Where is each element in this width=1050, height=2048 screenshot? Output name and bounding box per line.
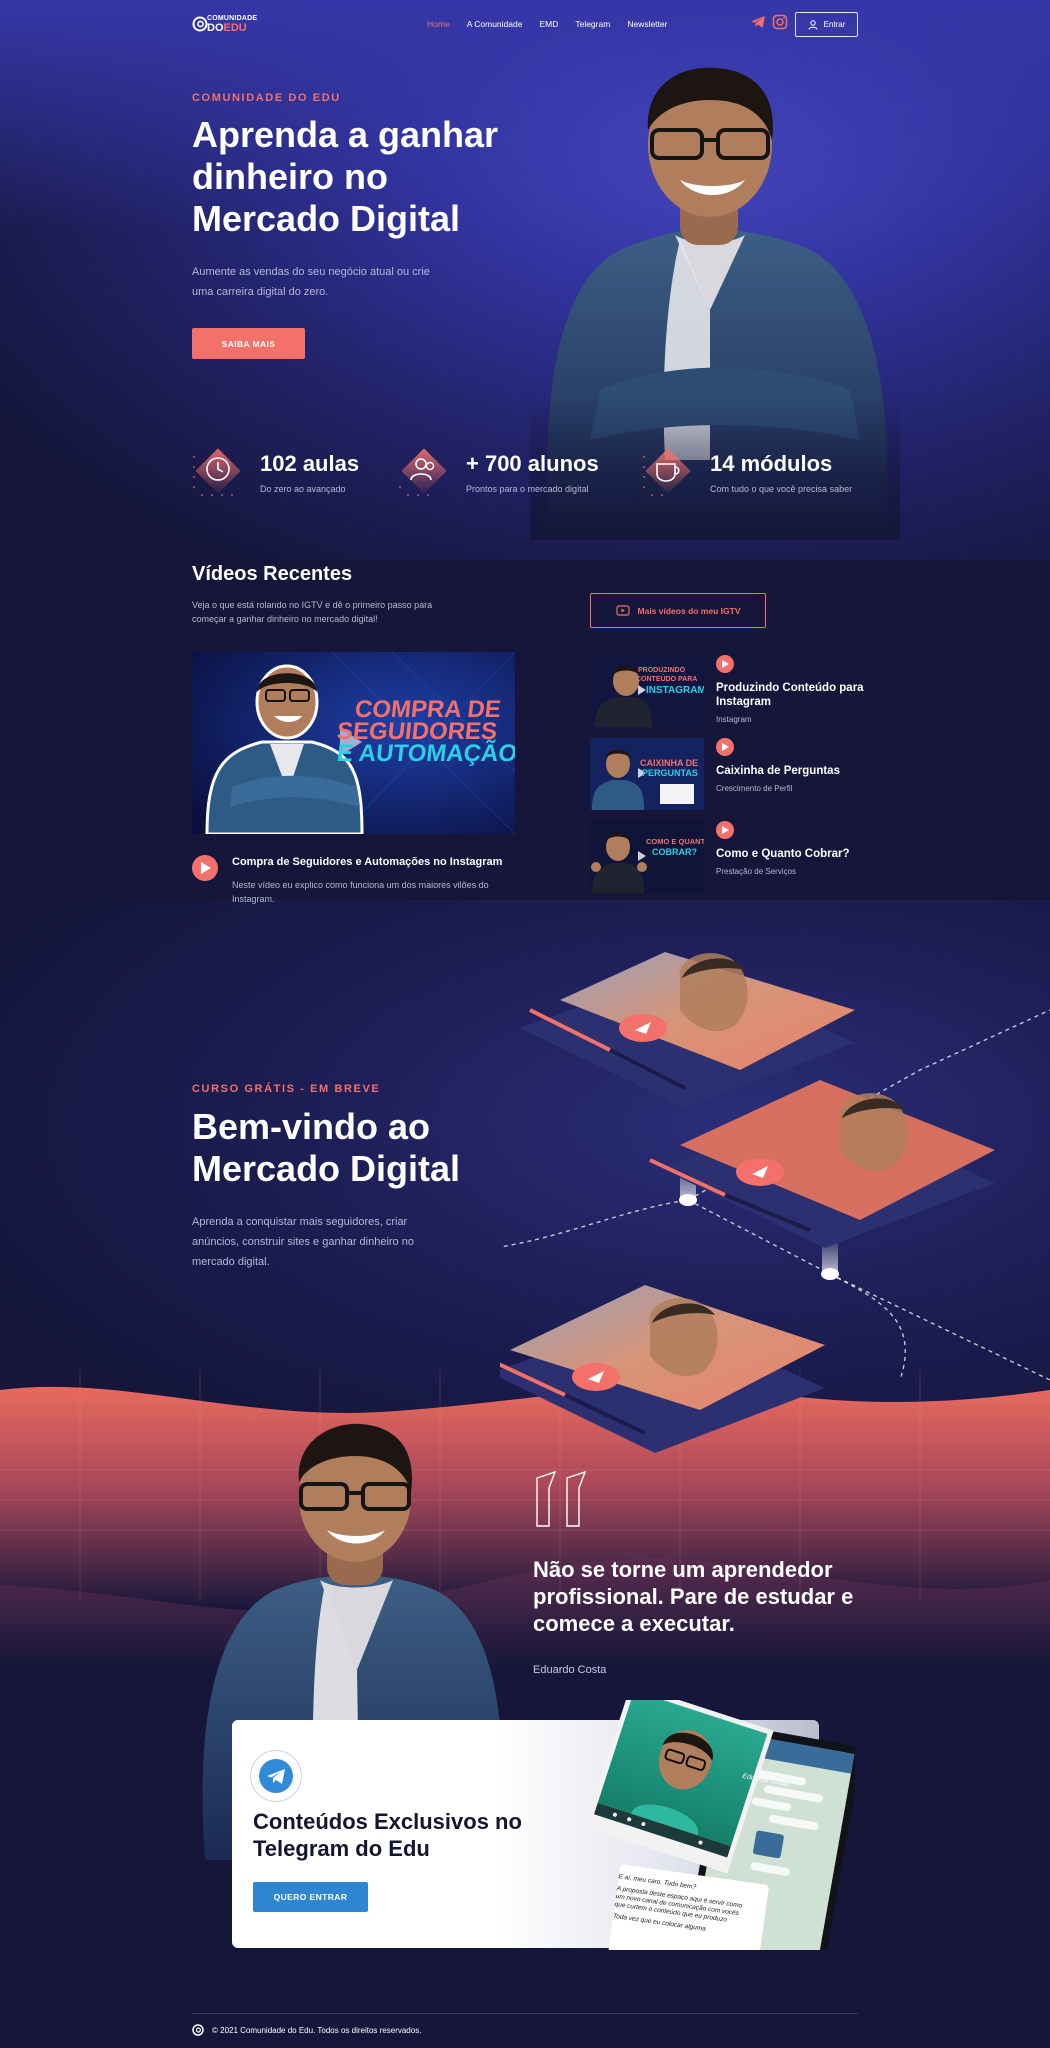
instagram-icon[interactable] [772, 14, 788, 30]
nav-emd[interactable]: EMD [539, 19, 558, 29]
stat-modulos: 14 módulos Com tudo o que você precisa s… [642, 447, 862, 507]
video-list-item[interactable]: CAIXINHA DE PERGUNTAS Caixinha de Pergun… [590, 738, 870, 828]
hero-subtitle: Aumente as vendas do seu negócio atual o… [192, 266, 430, 298]
stat-aulas-label: Do zero ao avançado [260, 484, 346, 494]
nav-newsletter[interactable]: Newsletter [627, 19, 667, 29]
video-category: Prestação de Serviços [716, 867, 797, 876]
nav-comunidade[interactable]: A Comunidade [467, 19, 523, 29]
featured-video-thumbnail[interactable]: COMPRA DE SEGUIDORES E AUTOMAÇÃO [192, 652, 515, 834]
thumb-line-2: CONTEÚDO PARA [636, 676, 698, 683]
play-icon [722, 826, 729, 834]
users-icon [399, 448, 447, 496]
user-icon [808, 19, 818, 30]
quote-text: Não se torne um aprendedor profissional.… [533, 1557, 854, 1636]
logo-mark-icon [192, 16, 208, 32]
videos-subtitle: Veja o que está rolando no IGTV e dê o p… [192, 600, 433, 624]
footer-divider [192, 2013, 858, 2014]
footer-logo-icon [192, 2024, 204, 2036]
stat-aulas: 102 aulas Do zero ao avançado [192, 447, 392, 507]
stat-alunos: + 700 alunos Prontos para o mercado digi… [398, 447, 618, 507]
footer-copyright: © 2021 Comunidade do Edu. Todos os direi… [212, 2026, 422, 2035]
play-icon [722, 743, 729, 751]
video-thumbnail[interactable]: COMO E QUANTO COBRAR? [590, 821, 704, 893]
nav-telegram[interactable]: Telegram [575, 19, 610, 29]
thumb-line-2: COBRAR? [652, 847, 697, 857]
featured-video-description: Neste vídeo eu explico como funciona um … [232, 880, 489, 904]
cup-icon [643, 448, 691, 496]
video-list-item[interactable]: PRODUZINDO CONTEÚDO PARA INSTAGRAM Produ… [590, 655, 870, 745]
thumb-line-2: PERGUNTAS [642, 768, 698, 778]
more-igtv-button[interactable]: Mais vídeos do meu IGTV [590, 593, 766, 628]
hero-title: Aprenda a ganhar dinheiro no Mercado Dig… [192, 114, 499, 239]
video-title[interactable]: Caixinha de Perguntas [716, 764, 866, 778]
video-thumbnail[interactable]: PRODUZINDO CONTEÚDO PARA INSTAGRAM [590, 655, 704, 727]
video-icon [615, 605, 630, 616]
stat-aulas-value: 102 aulas [260, 451, 360, 476]
telegram-title: Conteúdos Exclusivos no Telegram do Edu [253, 1809, 522, 1861]
clock-icon [193, 448, 241, 496]
featured-thumb-line-3: E AUTOMAÇÃO [335, 740, 515, 767]
video-thumbnail[interactable]: CAIXINHA DE PERGUNTAS [590, 738, 704, 810]
main-nav: Home A Comunidade EMD Telegram Newslette… [427, 19, 667, 29]
course-subtitle: Aprenda a conquistar mais seguidores, cr… [192, 1216, 414, 1268]
thumb-line-1: CAIXINHA DE [640, 758, 699, 768]
play-icon [201, 862, 211, 874]
play-icon [722, 660, 729, 668]
telegram-logo-circle [259, 1759, 293, 1793]
video-category: Crescimento de Perfil [716, 784, 793, 793]
logo-text-bottom: DOEDU [207, 22, 247, 34]
video-title[interactable]: Produzindo Conteúdo para Instagram [716, 681, 866, 709]
quero-entrar-button[interactable]: QUERO ENTRAR [253, 1882, 368, 1912]
logo-text-top: COMUNIDADE [207, 15, 258, 22]
thumbnail-art [590, 821, 704, 893]
stat-modulos-value: 14 módulos [710, 451, 833, 476]
stat-alunos-label: Prontos para o mercado digital [466, 484, 589, 494]
quote-author: Eduardo Costa [533, 1664, 607, 1676]
telegram-plane-icon [267, 1769, 285, 1784]
videos-title: Vídeos Recentes [192, 563, 353, 585]
stat-modulos-label: Com tudo o que você precisa saber [710, 484, 853, 494]
quote-mark-icon [536, 1470, 587, 1527]
nav-home[interactable]: Home [427, 19, 450, 29]
video-list-item[interactable]: COMO E QUANTO COBRAR? Como e Quanto Cobr… [590, 821, 870, 911]
site-logo[interactable]: COMUNIDADE DOEDU [192, 14, 262, 36]
telegram-logo [250, 1750, 302, 1802]
saiba-mais-button[interactable]: SAIBA MAIS [192, 328, 305, 359]
isometric-video-cards-illustration [500, 952, 1050, 1453]
telegram-icon[interactable] [750, 15, 766, 29]
course-eyebrow: CURSO GRÁTIS - EM BREVE [192, 1083, 381, 1095]
featured-video-title[interactable]: Compra de Seguidores e Automações no Ins… [232, 856, 502, 868]
thumb-line-3: INSTAGRAM [646, 685, 704, 696]
hero-eyebrow: COMUNIDADE DO EDU [192, 92, 341, 104]
course-title: Bem-vindo ao Mercado Digital [192, 1106, 461, 1189]
login-button[interactable]: Entrar [795, 12, 858, 37]
thumb-line-1: COMO E QUANTO [646, 837, 704, 846]
video-category: Instagram [716, 715, 752, 724]
more-igtv-label: Mais vídeos do meu IGTV [637, 605, 741, 616]
video-title[interactable]: Como e Quanto Cobrar? [716, 847, 866, 861]
stat-alunos-value: + 700 alunos [466, 451, 599, 476]
thumb-line-1: PRODUZINDO [638, 667, 686, 674]
login-label: Entrar [823, 20, 846, 29]
